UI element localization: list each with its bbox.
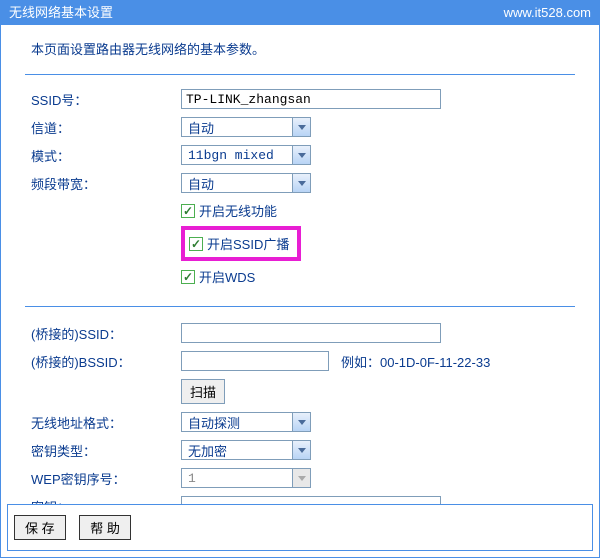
bandwidth-value: 自动 (182, 174, 292, 192)
dropdown-icon (292, 469, 310, 487)
footer: 保 存 帮 助 (7, 504, 593, 551)
ssid-broadcast-checkbox[interactable]: ✓ (189, 237, 203, 251)
mode-value: 11bgn mixed (182, 146, 292, 164)
bridge-ssid-row: (桥接的)SSID： (31, 323, 575, 343)
settings-window: 无线网络基本设置 www.it528.com 本页面设置路由器无线网络的基本参数… (0, 0, 600, 558)
addr-format-label: 无线地址格式： (31, 413, 181, 432)
key-type-row: 密钥类型： 无加密 (31, 440, 575, 460)
ssid-label: SSID号： (31, 90, 181, 109)
highlight-box: ✓ 开启SSID广播 (181, 226, 301, 261)
addr-format-select[interactable]: 自动探测 (181, 412, 311, 432)
bridge-ssid-label: (桥接的)SSID： (31, 324, 181, 343)
bandwidth-select[interactable]: 自动 (181, 173, 311, 193)
wireless-checkbox-label: 开启无线功能 (199, 201, 277, 220)
bridge-ssid-input[interactable] (181, 323, 441, 343)
wireless-checkbox-row: ✓ 开启无线功能 (181, 201, 575, 220)
ssid-input[interactable] (181, 89, 441, 109)
addr-format-value: 自动探测 (182, 413, 292, 431)
mode-select[interactable]: 11bgn mixed (181, 145, 311, 165)
scan-row: 扫描 (31, 379, 575, 404)
check-icon: ✓ (191, 238, 201, 250)
help-button[interactable]: 帮 助 (79, 515, 131, 540)
dropdown-icon (292, 413, 310, 431)
check-icon: ✓ (183, 205, 193, 217)
ssid-broadcast-label: 开启SSID广播 (207, 234, 289, 253)
basic-section: SSID号： 信道： 自动 模式： 11bgn mixe (25, 74, 575, 307)
wep-index-row: WEP密钥序号： 1 (31, 468, 575, 488)
bridge-bssid-input[interactable] (181, 351, 329, 371)
channel-select[interactable]: 自动 (181, 117, 311, 137)
ssid-broadcast-row: ✓ 开启SSID广播 (181, 226, 575, 261)
bandwidth-label: 频段带宽： (31, 174, 181, 193)
save-button[interactable]: 保 存 (14, 515, 66, 540)
wep-index-label: WEP密钥序号： (31, 469, 181, 488)
wds-checkbox-label: 开启WDS (199, 267, 255, 286)
channel-value: 自动 (182, 118, 292, 136)
wep-index-select: 1 (181, 468, 311, 488)
dropdown-icon (292, 146, 310, 164)
key-type-label: 密钥类型： (31, 441, 181, 460)
mode-row: 模式： 11bgn mixed (31, 145, 575, 165)
key-type-value: 无加密 (182, 441, 292, 459)
channel-label: 信道： (31, 118, 181, 137)
dropdown-icon (292, 174, 310, 192)
channel-row: 信道： 自动 (31, 117, 575, 137)
scan-button[interactable]: 扫描 (181, 379, 225, 404)
bssid-hint: 例如：00-1D-0F-11-22-33 (341, 352, 490, 371)
titlebar: 无线网络基本设置 www.it528.com (1, 1, 599, 25)
watermark-url: www.it528.com (504, 1, 591, 25)
page-description: 本页面设置路由器无线网络的基本参数。 (25, 39, 575, 58)
window-title: 无线网络基本设置 (9, 1, 113, 25)
dropdown-icon (292, 118, 310, 136)
addr-format-row: 无线地址格式： 自动探测 (31, 412, 575, 432)
check-icon: ✓ (183, 271, 193, 283)
dropdown-icon (292, 441, 310, 459)
mode-label: 模式： (31, 146, 181, 165)
bridge-bssid-row: (桥接的)BSSID： 例如：00-1D-0F-11-22-33 (31, 351, 575, 371)
bridge-bssid-label: (桥接的)BSSID： (31, 352, 181, 371)
wds-checkbox-row: ✓ 开启WDS (181, 267, 575, 286)
wireless-checkbox[interactable]: ✓ (181, 204, 195, 218)
bandwidth-row: 频段带宽： 自动 (31, 173, 575, 193)
wep-index-value: 1 (182, 469, 292, 487)
wds-checkbox[interactable]: ✓ (181, 270, 195, 284)
content-area: 本页面设置路由器无线网络的基本参数。 SSID号： 信道： 自动 模式： (1, 25, 599, 541)
ssid-row: SSID号： (31, 89, 575, 109)
key-type-select[interactable]: 无加密 (181, 440, 311, 460)
